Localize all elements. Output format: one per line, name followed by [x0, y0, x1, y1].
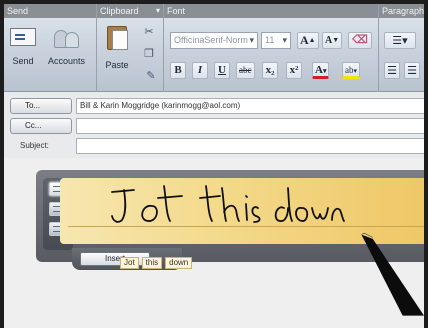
format-painter-icon[interactable]: ✎	[144, 70, 158, 82]
group-font-header: Font	[164, 4, 378, 18]
underline-label: U	[218, 64, 226, 76]
subscript-label: x₂	[265, 64, 275, 76]
accounts-button[interactable]: Accounts	[48, 28, 85, 66]
group-divider	[96, 4, 97, 92]
clear-formatting-button[interactable]: ⌫	[348, 32, 372, 49]
send-button-label: Send	[12, 56, 34, 66]
align-left-button[interactable]: ☰	[384, 62, 400, 79]
group-divider	[378, 4, 379, 92]
superscript-button[interactable]: x²	[286, 62, 302, 79]
send-button[interactable]: Send	[10, 28, 36, 66]
handwriting-ink	[111, 185, 345, 223]
group-divider	[163, 4, 164, 92]
to-button[interactable]: To...	[10, 98, 72, 114]
group-send-header: Send	[4, 4, 96, 18]
send-icon	[10, 28, 36, 46]
highlight-button[interactable]: ab▾	[342, 62, 361, 79]
font-name-value: OfficinaSerif-Norm	[174, 35, 248, 45]
strikethrough-label: abc	[239, 65, 252, 75]
to-field[interactable]: Bill & Karin Moggridge (karinmogg@aol.co…	[76, 98, 424, 114]
align-left-icon: ☰	[387, 64, 397, 77]
italic-label: I	[197, 64, 203, 76]
strikethrough-button[interactable]: abc	[236, 62, 255, 79]
grow-font-label: A	[300, 33, 309, 47]
subject-field[interactable]	[76, 138, 424, 154]
bold-label: B	[174, 64, 182, 76]
stylus-pen	[361, 232, 424, 316]
copy-icon[interactable]: ❐	[142, 48, 156, 60]
recognition-candidates: Jot this down	[120, 250, 195, 269]
accounts-icon	[52, 28, 82, 50]
italic-button[interactable]: I	[192, 62, 208, 79]
chevron-down-icon: ▾	[282, 35, 287, 45]
underline-button[interactable]: U	[214, 62, 230, 79]
bold-button[interactable]: B	[170, 62, 186, 79]
message-header-fields: To... Bill & Karin Moggridge (karinmogg@…	[4, 92, 424, 158]
font-size-dropdown[interactable]: 11 ▾	[261, 32, 291, 49]
clipboard-icon	[104, 24, 130, 52]
candidate-word[interactable]: this	[141, 257, 163, 269]
font-size-value: 11	[265, 35, 275, 45]
candidate-word[interactable]: Jot	[120, 257, 139, 269]
align-center-icon: ☰	[407, 64, 417, 77]
candidate-word[interactable]: down	[165, 257, 193, 269]
font-color-label: A	[315, 64, 323, 76]
shrink-font-button[interactable]: A▼	[322, 32, 343, 49]
cc-button[interactable]: Cc...	[10, 118, 72, 134]
font-color-button[interactable]: A▾	[312, 62, 330, 79]
group-paragraph-header: Paragraph	[379, 4, 424, 18]
subscript-button[interactable]: x₂	[262, 62, 278, 79]
highlight-label: ab	[345, 65, 354, 75]
outlook-compose-window: Send Clipboard ▾ Font Paragraph Send Acc…	[4, 4, 424, 328]
paste-button-label: Paste	[105, 60, 129, 70]
font-name-dropdown[interactable]: OfficinaSerif-Norm ▾	[170, 32, 258, 49]
chevron-down-icon: ▾	[249, 35, 254, 45]
bullet-list-icon: ☰▾	[392, 34, 408, 47]
chevron-down-icon: ▾	[353, 67, 358, 75]
eraser-icon: ⌫	[352, 34, 368, 46]
align-center-button[interactable]: ☰	[404, 62, 420, 79]
group-clipboard-label: Clipboard	[100, 6, 139, 16]
chevron-down-icon: ▾	[322, 67, 327, 75]
dialog-launcher-icon[interactable]: ▾	[156, 4, 160, 18]
bullets-button[interactable]: ☰▾	[384, 32, 416, 49]
cc-field[interactable]	[76, 118, 424, 134]
cut-icon[interactable]: ✂	[142, 26, 156, 38]
paste-button[interactable]: Paste	[104, 24, 130, 70]
grow-font-button[interactable]: A▲	[297, 32, 319, 49]
group-clipboard-header: Clipboard ▾	[97, 4, 163, 18]
superscript-label: x²	[289, 64, 299, 76]
accounts-button-label: Accounts	[48, 56, 86, 66]
ribbon: Send Clipboard ▾ Font Paragraph Send Acc…	[4, 4, 424, 92]
subject-label: Subject:	[20, 141, 49, 150]
